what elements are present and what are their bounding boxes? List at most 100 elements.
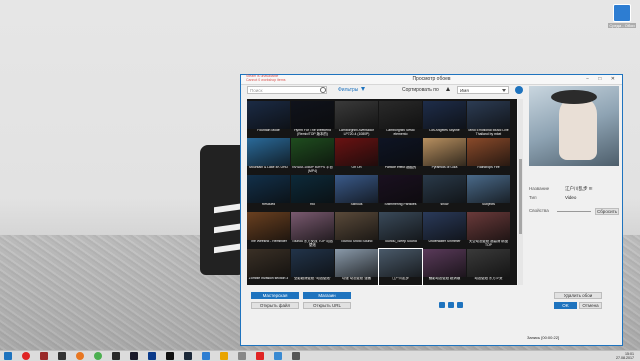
filter-icon[interactable] xyxy=(361,87,365,91)
sort-label: Сортировать по xyxy=(402,87,439,93)
wallpaper-thumbnail xyxy=(291,249,334,277)
search-input[interactable]: Поиск xyxy=(247,86,327,94)
app-icon[interactable] xyxy=(292,352,300,360)
desktop-shortcut[interactable]: Среда - Обои xyxy=(608,4,636,28)
wallpaper-name: The Weeknd - Reminder xyxy=(250,240,287,243)
gear-icon[interactable] xyxy=(515,86,523,94)
wallpaper-tile[interactable]: Touhou 东方女孩 TOP 动态壁纸 xyxy=(291,212,334,248)
app-icon[interactable] xyxy=(130,352,138,360)
clock[interactable]: 15:01 27.08.2017 xyxy=(616,352,634,360)
steam-icon[interactable] xyxy=(184,352,192,360)
name-value: 江户川乱步 !!! xyxy=(565,186,593,191)
wallpaper-thumbnail xyxy=(379,175,422,203)
opera-icon[interactable] xyxy=(22,352,30,360)
wallpaper-tile[interactable]: 天空动态壁纸 超高清 精品 TOP xyxy=(467,212,510,248)
photoshop-icon[interactable] xyxy=(148,352,156,360)
app-icon[interactable] xyxy=(112,352,120,360)
ok-button[interactable]: OK xyxy=(554,302,577,309)
window-controls[interactable]: − □ ✕ xyxy=(586,76,619,82)
open-url-button[interactable]: Открыть URL xyxy=(303,302,351,309)
twitter-icon[interactable] xyxy=(448,302,454,308)
firefox-icon[interactable] xyxy=(76,352,84,360)
title-bar[interactable]: Steam is unavailable Cannot 0 workshop i… xyxy=(241,74,622,85)
wallpaper-thumbnail xyxy=(467,249,510,277)
scrollbar-thumb[interactable] xyxy=(519,159,522,234)
delete-wallpaper-button[interactable]: Удалить обои xyxy=(554,292,602,299)
filters-button[interactable]: Фильтры xyxy=(338,87,358,93)
wallpaper-tile[interactable]: Mind Emotional Music Live Thailand by mk… xyxy=(467,101,510,137)
chevron-down-icon xyxy=(502,89,506,92)
wallpaper-tile[interactable]: 动漫 动态壁纸 漫画 xyxy=(335,249,378,285)
wallpaper-thumbnail xyxy=(247,138,290,166)
app-icon[interactable] xyxy=(40,352,48,360)
open-url-label: Открыть URL xyxy=(313,303,341,308)
wallpaper-tile[interactable]: Lamborghini Sesto elemento xyxy=(379,101,422,137)
wallpaper-tile[interactable]: Fountain Mode xyxy=(247,101,290,137)
shop-button[interactable]: Магазин xyxy=(303,292,351,299)
wallpaper-tile[interactable]: Rio xyxy=(291,175,334,211)
cancel-button[interactable]: Отмена xyxy=(579,302,602,309)
wallpaper-name: Touhou Shoto Sound xyxy=(340,240,373,243)
wallpaper-name: Los Angeles Skyline xyxy=(429,129,460,132)
wallpaper-tile[interactable]: Particle effect 超酷的 xyxy=(379,138,422,174)
wallpaper-tile[interactable]: Raindrops Fire xyxy=(467,138,510,174)
wallpaper-tile[interactable]: Underwater Shimmer xyxy=(423,212,466,248)
reset-button[interactable]: Сбросить xyxy=(595,208,619,215)
type-label: Тип xyxy=(529,195,537,200)
folder-icon[interactable] xyxy=(220,352,228,360)
taskbar: 15:01 27.08.2017 xyxy=(0,350,640,361)
properties-label: Свойства xyxy=(529,208,549,213)
properties-slider[interactable] xyxy=(557,211,591,212)
search-icon[interactable] xyxy=(320,87,326,93)
wallpaper-tile[interactable]: Mountain & Lake 4K UHD xyxy=(247,138,290,174)
open-file-button[interactable]: Открыть файл xyxy=(251,302,299,309)
app-icon[interactable] xyxy=(274,352,282,360)
sort-direction-icon[interactable] xyxy=(446,87,450,91)
type-value: Video xyxy=(565,195,577,200)
wallpaper-tile[interactable]: Touhou_Sleep Sound xyxy=(379,212,422,248)
wallpaper-tile[interactable]: Lamborghini Aventador LP720-4 (1080P) xyxy=(335,101,378,137)
wallpaper-tile[interactable]: 江户川乱步 xyxy=(378,248,423,286)
wallpaper-browser-window: Steam is unavailable Cannot 0 workshop i… xyxy=(240,74,623,346)
wallpaper-tile[interactable]: Rescued xyxy=(247,175,290,211)
chrome-icon[interactable] xyxy=(94,352,102,360)
wallpaper-name: Subjects xyxy=(481,203,495,206)
wallpaper-tile[interactable]: Oh Oh xyxy=(335,138,378,174)
wallpaper-tile[interactable]: Sillhous xyxy=(335,175,378,211)
steam-icon[interactable] xyxy=(439,302,445,308)
app-icon[interactable] xyxy=(202,352,210,360)
wallpaper-tile[interactable]: 全影超清壁纸 “动态壁纸” xyxy=(291,249,334,285)
wallpaper-name: Hymn For The Weekend (Remix/TOP 版本的) xyxy=(294,129,331,136)
wallpaper-tile[interactable]: 动态壁纸 东方少女 xyxy=(467,249,510,285)
start-icon[interactable] xyxy=(4,352,12,360)
wallpaper-thumbnail xyxy=(291,175,334,203)
app-icon[interactable] xyxy=(166,352,174,360)
recording-status: Запись [00:00:22] xyxy=(527,335,560,340)
app-icon[interactable] xyxy=(238,352,246,360)
yandex-icon[interactable] xyxy=(256,352,264,360)
wallpaper-thumbnail xyxy=(467,138,510,166)
wallpaper-name: 江户川乱步 xyxy=(392,277,409,280)
wallpaper-name: snow xyxy=(440,203,449,206)
workshop-button[interactable]: Мастерская xyxy=(251,292,299,299)
wallpaper-tile[interactable]: The Weeknd - Reminder xyxy=(247,212,290,248)
grid-scrollbar[interactable] xyxy=(518,99,523,285)
wallpaper-tile[interactable]: Subjects xyxy=(467,175,510,211)
wallpaper-tile[interactable]: Touhou Shoto Sound xyxy=(335,212,378,248)
wallpaper-tile[interactable]: NVIDIA 1080P 60FPS 平台 (MP4) xyxy=(291,138,334,174)
wallpaper-name: Rescued xyxy=(261,203,276,206)
sort-select[interactable]: Имя xyxy=(457,86,509,94)
wallpaper-tile[interactable]: Shimmering Particles xyxy=(379,175,422,211)
app-icon[interactable] xyxy=(58,352,66,360)
wallpaper-tile[interactable]: Los Angeles Skyline xyxy=(423,101,466,137)
wallpaper-tile[interactable]: Pyramids of Giza xyxy=(423,138,466,174)
wallpaper-tile[interactable]: Zombie Invasion section 3 xyxy=(247,249,290,285)
wallpaper-thumbnail xyxy=(467,212,510,240)
wallpaper-thumbnail xyxy=(423,175,466,203)
wallpaper-tile[interactable]: 魅影动态壁纸 超清版 xyxy=(423,249,466,285)
facebook-icon[interactable] xyxy=(457,302,463,308)
wallpaper-tile[interactable]: snow xyxy=(423,175,466,211)
wallpaper-tile[interactable]: Hymn For The Weekend (Remix/TOP 版本的) xyxy=(291,101,334,137)
wallpaper-details: Название 江户川乱步 !!! Тип Video Свойства Сб… xyxy=(529,186,619,217)
wallpaper-name: 动态壁纸 东方少女 xyxy=(474,277,503,280)
